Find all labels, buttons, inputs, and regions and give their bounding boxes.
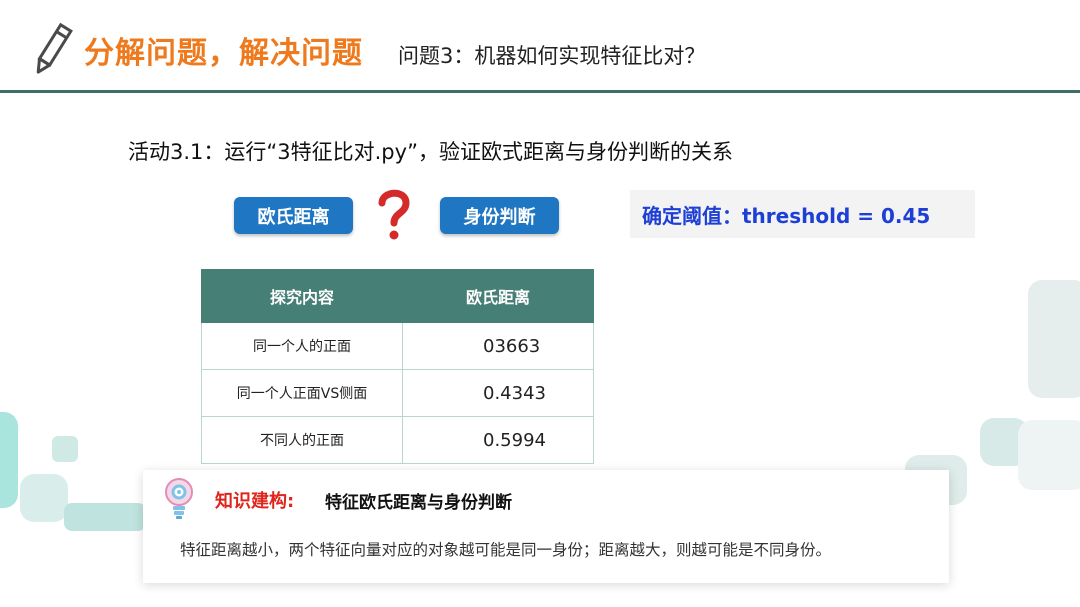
- table-cell: 同一个人正面VS侧面: [201, 369, 403, 417]
- question-mark-icon: [378, 189, 410, 240]
- table-row: 同一个人正面VS侧面 0.4343: [201, 369, 594, 417]
- decor-block: [1028, 280, 1080, 398]
- knowledge-label: 知识建构:: [215, 491, 295, 512]
- question-subtitle: 问题3：机器如何实现特征比对？: [398, 44, 706, 68]
- table-cell: 同一个人的正面: [201, 322, 403, 370]
- table-cell: 0.5994: [402, 416, 594, 464]
- table-cell: 03663: [402, 322, 594, 370]
- euclidean-distance-tag: 欧氏距离: [234, 197, 353, 234]
- decor-block: [64, 503, 146, 531]
- threshold-note: 确定阈值：threshold = 0.45: [630, 190, 975, 238]
- page-title: 分解问题，解决问题: [84, 36, 363, 71]
- table-row: 同一个人的正面 03663: [201, 322, 594, 370]
- decor-block: [52, 436, 78, 462]
- activity-heading: 活动3.1：运行“3特征比对.py”，验证欧式距离与身份判断的关系: [128, 140, 733, 164]
- identity-judgment-tag: 身份判断: [440, 197, 559, 234]
- decor-block: [0, 412, 18, 508]
- knowledge-title: 特征欧氏距离与身份判断: [325, 493, 512, 513]
- knowledge-box: 知识建构: 特征欧氏距离与身份判断 特征距离越小，两个特征向量对应的对象越可能是…: [143, 470, 949, 583]
- slide-header: 分解问题，解决问题 问题3：机器如何实现特征比对？: [0, 0, 1080, 92]
- lightbulb-gear-icon: [165, 478, 193, 519]
- knowledge-text: 特征距离越小，两个特征向量对应的对象越可能是同一身份；距离越大，则越可能是不同身…: [180, 541, 832, 559]
- table-cell: 不同人的正面: [201, 416, 403, 464]
- table-header: 探究内容: [201, 269, 403, 323]
- pencil-icon: [36, 22, 73, 74]
- table-row: 不同人的正面 0.5994: [201, 416, 594, 464]
- decor-block: [1018, 420, 1080, 490]
- table-header: 欧氏距离: [402, 269, 594, 323]
- distance-table: 探究内容 欧氏距离 同一个人的正面 03663 同一个人正面VS侧面 0.434…: [201, 269, 594, 464]
- header-divider: [0, 90, 1080, 93]
- table-cell: 0.4343: [402, 369, 594, 417]
- decor-block: [20, 474, 68, 522]
